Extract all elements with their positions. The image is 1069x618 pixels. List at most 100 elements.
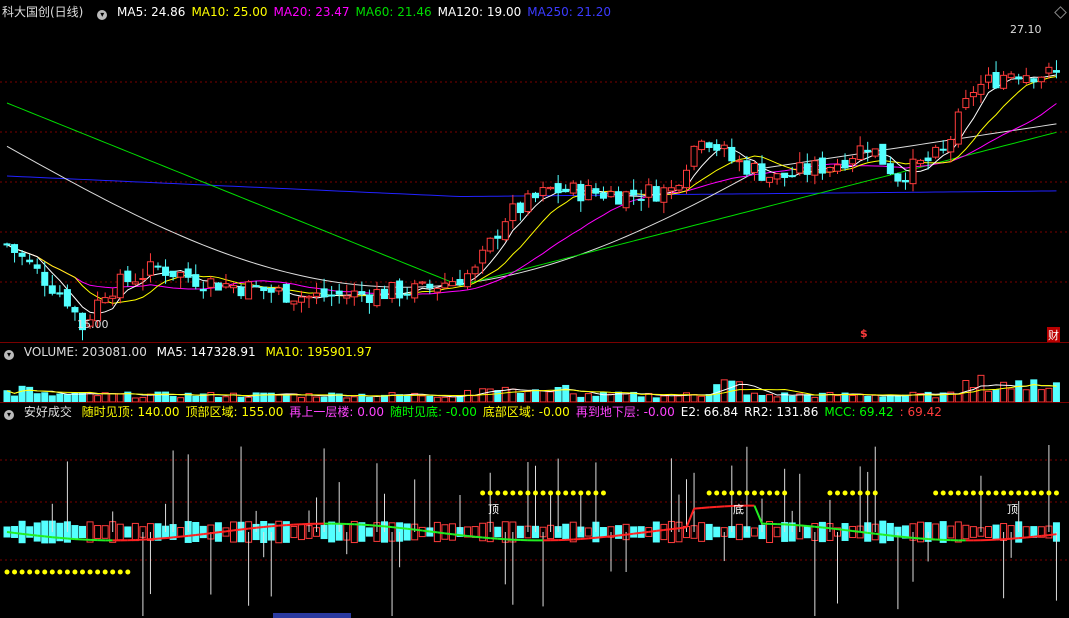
- signal-dot: [64, 569, 70, 575]
- event-marker-s[interactable]: $: [860, 327, 868, 340]
- candle-body: [388, 281, 396, 299]
- signal-dot: [721, 490, 727, 496]
- candle-body: [924, 157, 932, 162]
- mcc-line-segment: [648, 529, 657, 533]
- mcc-line-segment: [173, 535, 181, 539]
- volume-bar: [516, 392, 524, 402]
- ma-label-2: MA20: 23.47: [273, 5, 350, 19]
- mcc-line-segment: [580, 537, 589, 540]
- signal-dot: [87, 569, 93, 575]
- volume-bar: [954, 393, 962, 402]
- candle-body: [275, 287, 283, 292]
- mcc-line-segment: [671, 527, 680, 531]
- signal-dot: [517, 490, 523, 496]
- volume-bar: [18, 385, 26, 402]
- candle-body: [328, 294, 336, 297]
- indicator-bar: [448, 523, 456, 541]
- candle-body: [788, 175, 796, 178]
- candle-body: [464, 273, 472, 288]
- chevron-down-icon[interactable]: ▾: [97, 10, 108, 20]
- signal-dot: [872, 490, 878, 496]
- indicator-bar: [192, 521, 200, 543]
- volume-bar: [56, 393, 64, 402]
- candle-body: [396, 280, 404, 299]
- indicator-bar: [969, 526, 977, 538]
- candle-body: [207, 278, 215, 288]
- signal-dot: [49, 569, 55, 575]
- top-signal-label: 顶: [488, 503, 499, 516]
- indicator-value-8: MCC: 69.42: [824, 405, 894, 419]
- candle-body: [350, 290, 358, 298]
- date-cursor-bar: [273, 613, 351, 618]
- candle-body: [969, 91, 977, 98]
- mcc-line-segment: [792, 523, 800, 527]
- candle-body: [335, 290, 343, 295]
- mcc-line-segment: [263, 525, 272, 529]
- candle-body: [599, 192, 607, 199]
- candle-body: [743, 160, 751, 175]
- mcc-line-segment: [693, 506, 702, 510]
- volume-header: ▾ VOLUME: 203081.00 MA5: 147328.91 MA10:…: [0, 344, 1069, 360]
- mcc-line-segment: [753, 505, 763, 525]
- indicator-bar: [199, 525, 207, 539]
- chevron-down-icon[interactable]: ▾: [4, 410, 14, 420]
- mcc-line-segment: [709, 505, 717, 509]
- signal-dot: [842, 490, 848, 496]
- candle-body: [939, 148, 947, 151]
- volume-ma5: MA5: 147328.91: [156, 345, 256, 359]
- candle-body: [245, 281, 253, 300]
- mcc-line-segment: [882, 533, 891, 537]
- mcc-line-segment: [799, 524, 808, 528]
- mcc-line-segment: [1003, 537, 1012, 541]
- candle-body: [426, 283, 434, 289]
- candle-body: [297, 296, 305, 303]
- mcc-line-segment: [195, 533, 204, 536]
- candle-body: [320, 288, 328, 298]
- indicator-bar: [494, 526, 502, 538]
- mcc-line-segment: [278, 524, 287, 527]
- mcc-line-segment: [633, 531, 642, 535]
- candle-body: [630, 189, 638, 196]
- candle-body: [260, 286, 268, 292]
- signal-dot: [744, 490, 750, 496]
- candle-body: [177, 271, 185, 278]
- candle-body: [124, 270, 132, 283]
- signal-dot: [1023, 490, 1029, 496]
- indicator-bar: [841, 523, 849, 541]
- signal-dot: [495, 490, 501, 496]
- indicator-value-0: 随时见顶: 140.00: [81, 405, 180, 419]
- candle-body: [584, 185, 592, 201]
- ma120-line: [6, 123, 1057, 288]
- candle-body: [818, 157, 826, 174]
- mcc-line-segment: [399, 526, 408, 530]
- volume-bar: [871, 394, 879, 402]
- mcc-line-segment: [29, 533, 38, 537]
- mcc-line-segment: [603, 535, 612, 539]
- candle-body: [192, 274, 200, 287]
- signal-dot: [948, 490, 954, 496]
- indicator-bar: [584, 527, 592, 537]
- volume-bar: [532, 389, 539, 402]
- chevron-down-icon[interactable]: ▾: [4, 350, 14, 360]
- mcc-line-segment: [490, 537, 498, 540]
- signal-dot: [510, 490, 516, 496]
- mcc-line-segment: [384, 525, 393, 529]
- candlestick-chart[interactable]: [0, 20, 1069, 342]
- candle-body: [985, 74, 992, 83]
- candle-body: [1052, 70, 1060, 73]
- indicator-value-4: 底部区域: -0.00: [482, 405, 570, 419]
- indicator-chart[interactable]: [0, 420, 1069, 616]
- volume-chart[interactable]: [0, 360, 1069, 402]
- ma-label-5: MA250: 21.20: [527, 5, 611, 19]
- candle-body: [116, 273, 124, 299]
- candle-body: [796, 162, 804, 174]
- candle-body: [660, 187, 668, 203]
- signal-dot: [963, 490, 969, 496]
- candle-body: [879, 143, 887, 165]
- finance-marker[interactable]: 财: [1047, 327, 1060, 343]
- signal-dot: [563, 490, 569, 496]
- candle-body: [290, 300, 298, 305]
- mcc-line-segment: [475, 535, 483, 539]
- volume-bar: [71, 392, 79, 402]
- signal-dot: [759, 490, 765, 496]
